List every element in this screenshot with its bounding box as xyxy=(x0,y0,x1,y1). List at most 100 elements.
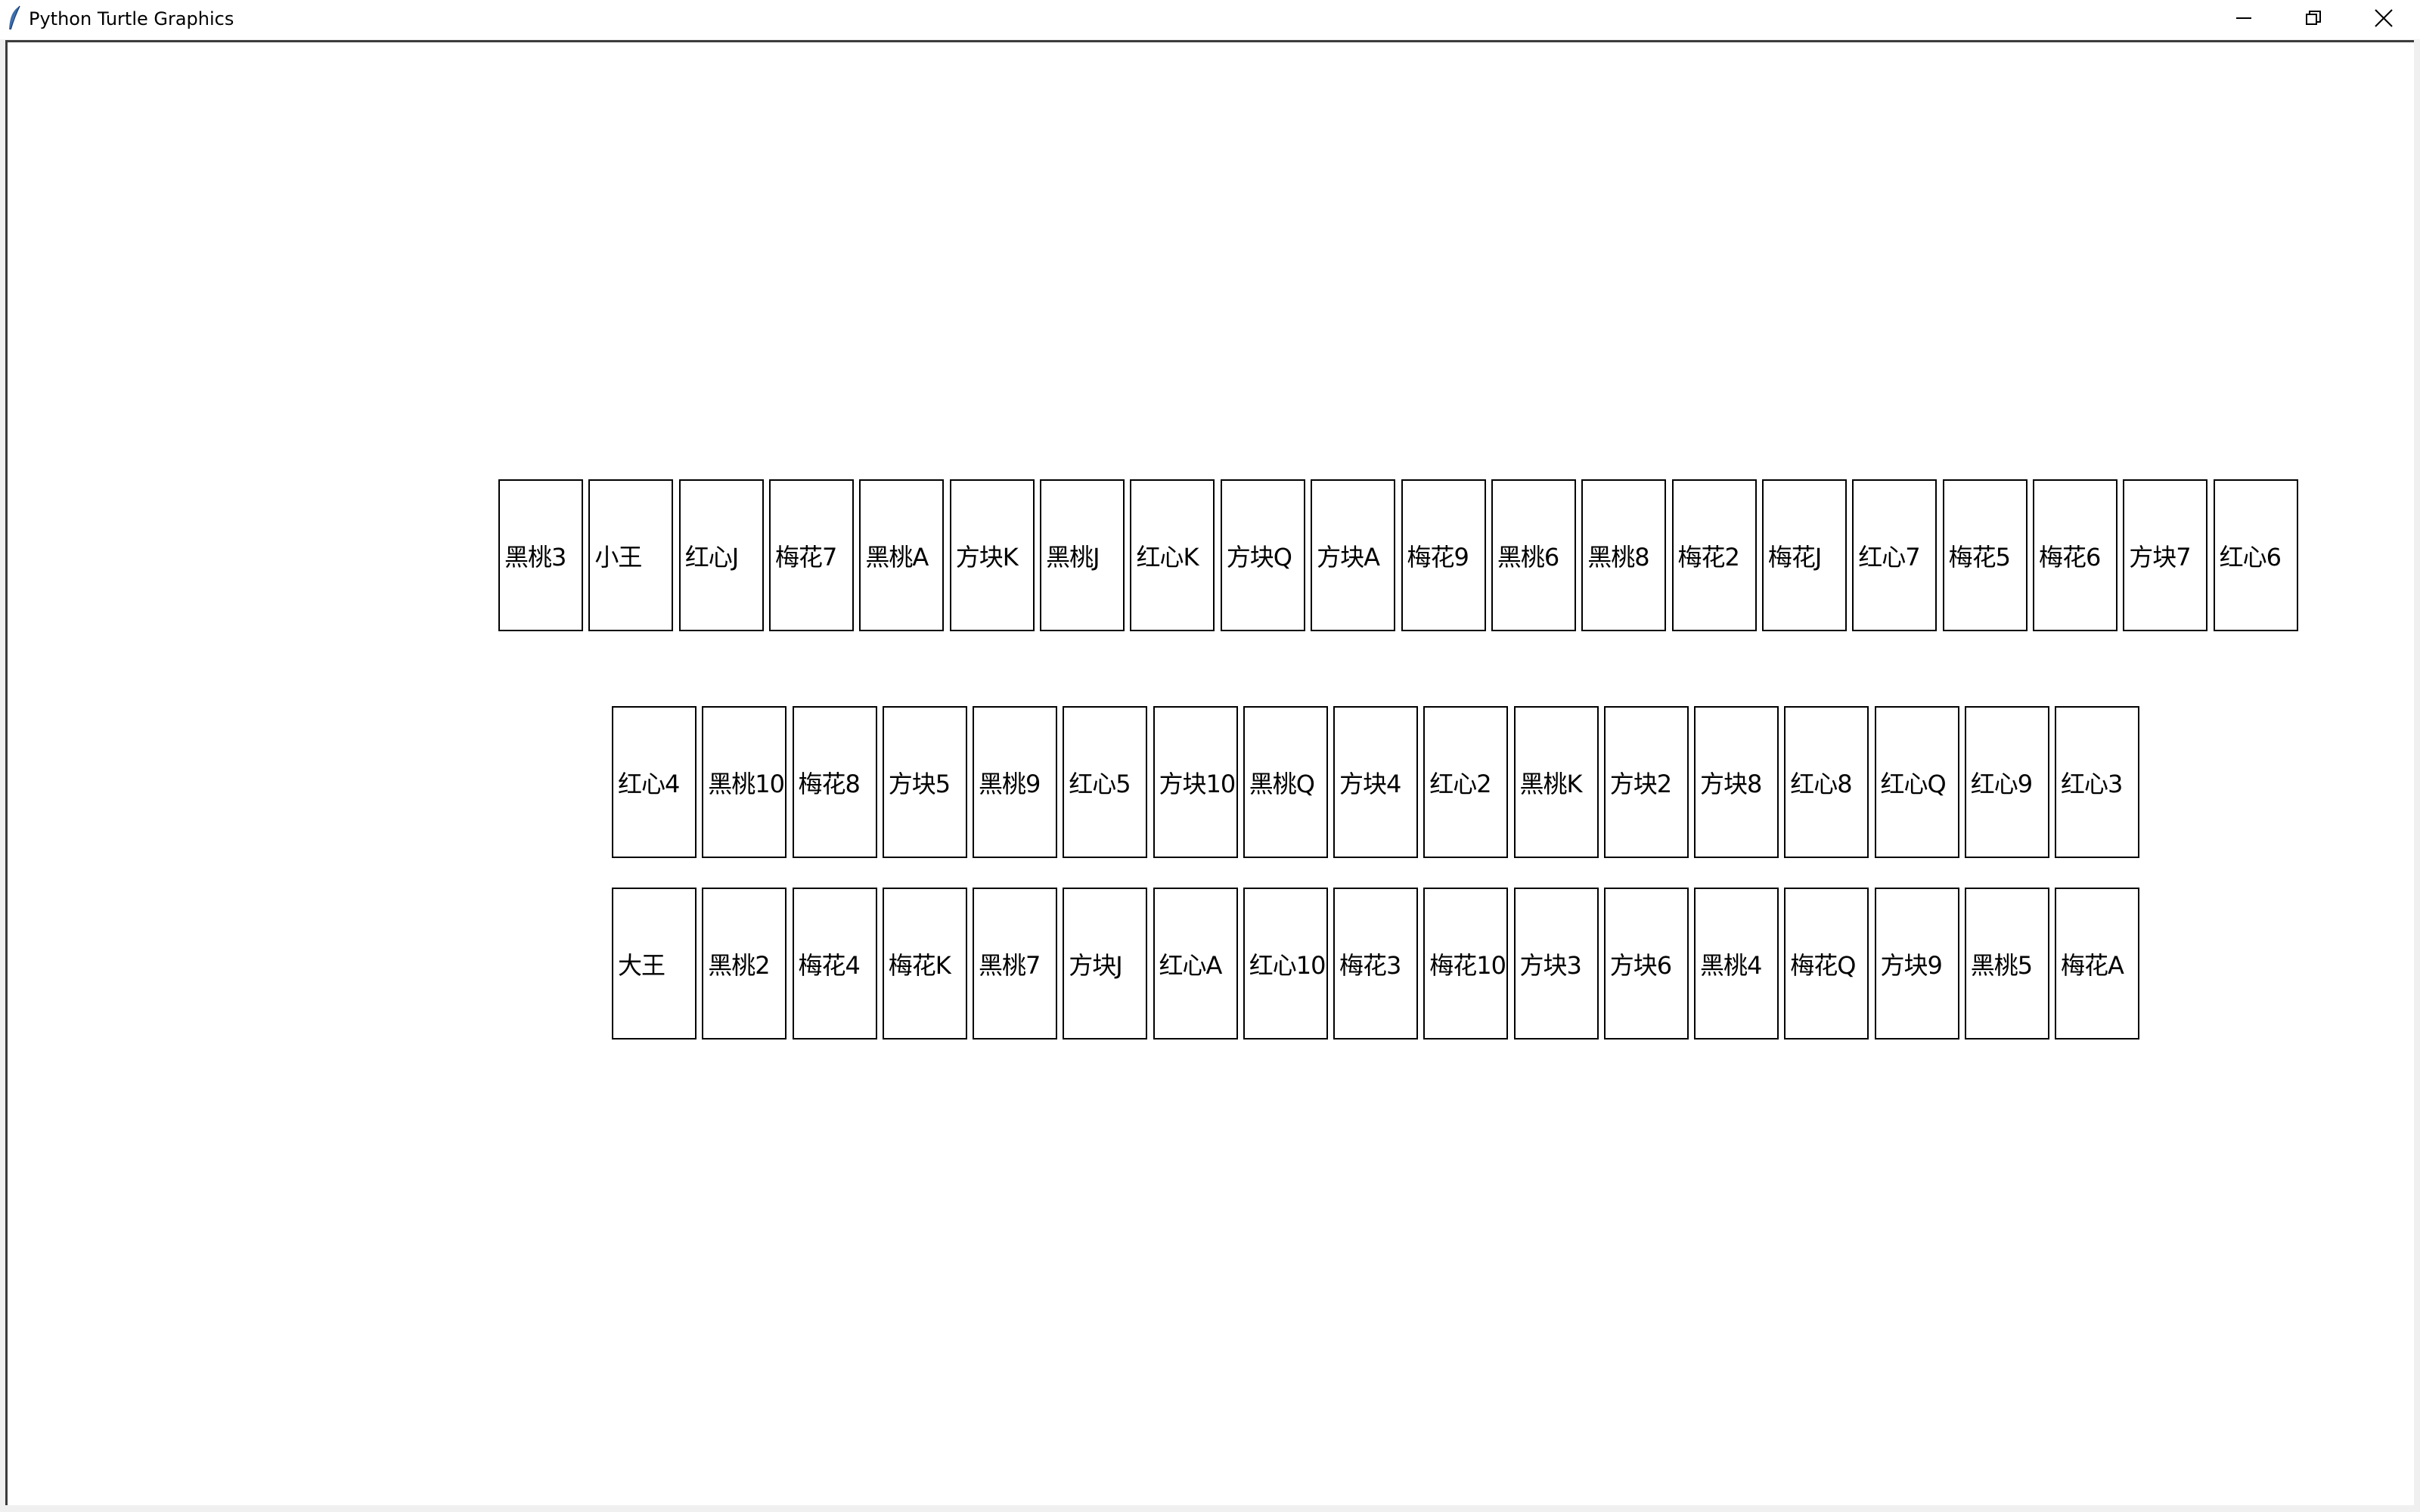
turtle-window: Python Turtle Graphics 黑桃3 小王 红心J 梅花7 黑桃A 方块K… xyxy=(0,0,2420,1512)
card[interactable]: 方块3 xyxy=(1513,888,1599,1040)
card-label: 方块6 xyxy=(1609,950,1672,980)
card-label: 梅花A xyxy=(2061,950,2124,980)
card[interactable]: 红心A xyxy=(1153,888,1238,1040)
card[interactable]: 梅花10 xyxy=(1423,888,1509,1040)
card[interactable]: 方块2 xyxy=(1603,706,1689,858)
card[interactable]: 梅花K xyxy=(882,888,967,1040)
card[interactable]: 梅花2 xyxy=(1671,479,1757,631)
card[interactable]: 方块A xyxy=(1311,479,1396,631)
card-label: 红心K xyxy=(1136,542,1199,572)
card-label: 红心A xyxy=(1159,950,1223,980)
card-label: 梅花5 xyxy=(1948,542,2011,572)
title-bar[interactable]: Python Turtle Graphics xyxy=(0,0,2420,39)
card-label: 大王 xyxy=(618,950,666,980)
card[interactable]: 黑桃9 xyxy=(973,706,1057,858)
card[interactable]: 梅花A xyxy=(2055,888,2139,1040)
card[interactable]: 黑桃J xyxy=(1040,479,1125,631)
card[interactable]: 梅花9 xyxy=(1401,479,1486,631)
card-label: 梅花10 xyxy=(1429,950,1506,980)
card[interactable]: 方块Q xyxy=(1220,479,1305,631)
card[interactable]: 大王 xyxy=(612,888,697,1040)
card[interactable]: 方块8 xyxy=(1694,706,1779,858)
card[interactable]: 红心J xyxy=(678,479,764,631)
card[interactable]: 红心5 xyxy=(1063,706,1148,858)
card-label: 黑桃5 xyxy=(1970,950,2033,980)
card[interactable]: 方块J xyxy=(1063,888,1148,1040)
card[interactable]: 方块K xyxy=(949,479,1035,631)
card[interactable]: 方块7 xyxy=(2123,479,2208,631)
card-label: 黑桃8 xyxy=(1587,542,1649,572)
card[interactable]: 红心7 xyxy=(1852,479,1938,631)
card[interactable]: 黑桃4 xyxy=(1694,888,1779,1040)
card-label: 方块J xyxy=(1069,950,1122,980)
restore-button[interactable] xyxy=(2279,0,2348,36)
card[interactable]: 小王 xyxy=(588,479,674,631)
card[interactable]: 红心10 xyxy=(1243,888,1328,1040)
card-label: 梅花3 xyxy=(1339,950,1401,980)
card[interactable]: 红心9 xyxy=(1964,706,2049,858)
card[interactable]: 红心6 xyxy=(2213,479,2298,631)
close-button[interactable] xyxy=(2349,0,2418,36)
card[interactable]: 梅花6 xyxy=(2032,479,2118,631)
minimize-button[interactable] xyxy=(2209,0,2279,36)
card-label: 红心5 xyxy=(1069,769,1131,798)
card[interactable]: 方块5 xyxy=(882,706,967,858)
card[interactable]: 梅花Q xyxy=(1784,888,1869,1040)
card[interactable]: 黑桃A xyxy=(859,479,945,631)
card[interactable]: 梅花5 xyxy=(1942,479,2028,631)
card[interactable]: 黑桃2 xyxy=(702,888,787,1040)
card-label: 黑桃9 xyxy=(979,769,1041,798)
card[interactable]: 方块4 xyxy=(1333,706,1418,858)
minimize-icon xyxy=(2236,17,2251,19)
close-icon xyxy=(2375,9,2393,27)
card[interactable]: 黑桃3 xyxy=(498,479,583,631)
card-label: 方块2 xyxy=(1609,769,1672,798)
card-label: 黑桃J xyxy=(1046,542,1100,572)
card[interactable]: 梅花7 xyxy=(769,479,855,631)
card-label: 梅花9 xyxy=(1407,542,1469,572)
card[interactable]: 黑桃10 xyxy=(702,706,787,858)
card-label: 方块A xyxy=(1317,542,1380,572)
turtle-canvas[interactable]: 黑桃3 小王 红心J 梅花7 黑桃A 方块K 黑桃J 红心K 方块Q 方块A 梅花9 黑桃6 黑桃8 梅花… xyxy=(5,40,2414,1505)
card-label: 方块9 xyxy=(1880,950,1943,980)
card-label: 梅花K xyxy=(888,950,951,980)
card-label: 红心J xyxy=(684,542,739,572)
card[interactable]: 梅花J xyxy=(1761,479,1847,631)
window-title: Python Turtle Graphics xyxy=(29,8,234,29)
card[interactable]: 梅花8 xyxy=(792,706,877,858)
card[interactable]: 黑桃Q xyxy=(1243,706,1328,858)
card-label: 方块8 xyxy=(1700,769,1762,798)
card-label: 黑桃3 xyxy=(504,542,566,572)
card-label: 黑桃K xyxy=(1519,769,1583,798)
card[interactable]: 黑桃6 xyxy=(1491,479,1576,631)
card-label: 黑桃Q xyxy=(1249,769,1315,798)
card[interactable]: 方块6 xyxy=(1603,888,1689,1040)
card[interactable]: 方块9 xyxy=(1874,888,1959,1040)
card[interactable]: 黑桃5 xyxy=(1964,888,2049,1040)
card[interactable]: 红心8 xyxy=(1784,706,1869,858)
restore-icon xyxy=(2306,11,2321,25)
card-label: 梅花6 xyxy=(2038,542,2101,572)
card[interactable]: 红心3 xyxy=(2055,706,2139,858)
card-label: 梅花8 xyxy=(798,769,861,798)
card[interactable]: 红心4 xyxy=(612,706,697,858)
card-label: 红心6 xyxy=(2219,542,2282,572)
card[interactable]: 梅花3 xyxy=(1333,888,1418,1040)
card-label: 红心3 xyxy=(2061,769,2123,798)
card[interactable]: 方块10 xyxy=(1153,706,1238,858)
card-label: 红心9 xyxy=(1970,769,2033,798)
card-label: 黑桃7 xyxy=(979,950,1041,980)
card[interactable]: 红心2 xyxy=(1423,706,1509,858)
card[interactable]: 黑桃7 xyxy=(973,888,1057,1040)
card-label: 红心7 xyxy=(1858,542,1920,572)
card[interactable]: 红心Q xyxy=(1874,706,1959,858)
card-label: 黑桃A xyxy=(865,542,929,572)
card[interactable]: 红心K xyxy=(1130,479,1215,631)
card-label: 红心10 xyxy=(1249,950,1326,980)
card-label: 梅花J xyxy=(1767,542,1822,572)
feather-icon xyxy=(9,5,20,30)
card-label: 小王 xyxy=(594,542,642,572)
card[interactable]: 梅花4 xyxy=(792,888,877,1040)
card[interactable]: 黑桃8 xyxy=(1581,479,1667,631)
card[interactable]: 黑桃K xyxy=(1513,706,1599,858)
